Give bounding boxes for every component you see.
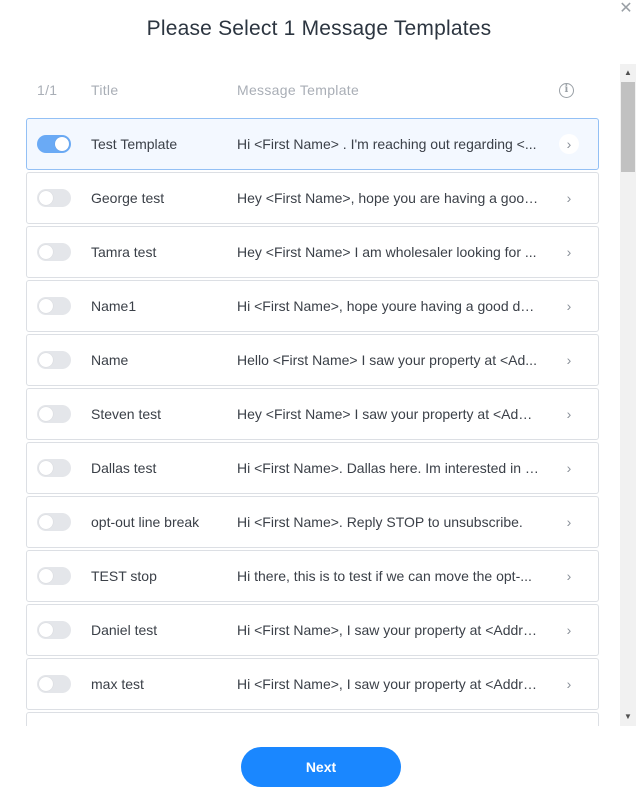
toggle-knob (39, 245, 53, 259)
chevron-right-icon[interactable]: › (559, 188, 579, 208)
chevron-right-icon[interactable]: › (559, 350, 579, 370)
row-message-template: Hi <First Name>, I saw your property at … (237, 676, 539, 692)
scroll-thumb[interactable] (621, 82, 635, 172)
chevron-right-icon[interactable]: › (559, 404, 579, 424)
table-row[interactable]: Dallas test Hi <First Name>. Dallas here.… (26, 442, 599, 494)
chevron-right-icon[interactable]: › (559, 674, 579, 694)
row-title: Tamra test (91, 244, 157, 260)
select-toggle[interactable] (37, 675, 71, 693)
toggle-knob (39, 407, 53, 421)
row-title: George test (91, 190, 165, 206)
scroll-up-icon[interactable]: ▲ (620, 66, 636, 80)
close-icon[interactable]: ✕ (618, 0, 634, 18)
row-title: Test Template (91, 136, 178, 152)
chevron-right-icon[interactable]: › (559, 296, 579, 316)
info-icon[interactable]: i (559, 83, 574, 98)
scroll-down-icon[interactable]: ▼ (620, 710, 636, 724)
row-message-template: Hello <First Name> I saw your property a… (237, 352, 537, 368)
select-toggle[interactable] (37, 135, 71, 153)
toggle-knob (39, 515, 53, 529)
row-message-template: Hey <First Name> I saw your property at … (237, 406, 539, 422)
row-title: Steven test (91, 406, 162, 422)
modal-title: Please Select 1 Message Templates (146, 17, 492, 40)
toggle-knob (39, 299, 53, 313)
toggle-knob (39, 569, 53, 583)
toggle-knob (39, 623, 53, 637)
row-message-template: Hi there, this is to test if we can move… (237, 568, 532, 584)
select-toggle[interactable] (37, 297, 71, 315)
select-toggle[interactable] (37, 459, 71, 477)
select-toggle[interactable] (37, 189, 71, 207)
chevron-right-icon[interactable]: › (559, 134, 579, 154)
chevron-right-icon[interactable]: › (559, 242, 579, 262)
toggle-knob (55, 137, 69, 151)
toggle-knob (39, 461, 53, 475)
select-toggle[interactable] (37, 621, 71, 639)
table-row[interactable]: Test Template Hi <First Name> . I'm reach… (26, 118, 599, 170)
row-message-template: Hi <First Name>. Reply STOP to unsubscri… (237, 514, 523, 530)
table-row[interactable]: Steven test Hey <First Name> I saw your p… (26, 388, 599, 440)
template-rows: Test Template Hi <First Name> . I'm reach… (26, 118, 599, 726)
toggle-knob (39, 191, 53, 205)
template-list[interactable]: 1/1 Title Message Template i Test Templa… (26, 64, 612, 726)
chevron-right-icon[interactable]: › (559, 458, 579, 478)
table-header: 1/1 Title Message Template i (26, 78, 612, 102)
selection-count: 1/1 (37, 82, 58, 98)
list-scrollbar[interactable]: ▲ ▼ (620, 64, 636, 726)
row-title: max test (91, 676, 144, 692)
column-header-title: Title (91, 82, 119, 98)
row-title: TEST stop (91, 568, 157, 584)
next-button[interactable]: Next (241, 747, 401, 787)
table-row[interactable]: George test Hey <First Name>, hope you ar… (26, 172, 599, 224)
select-toggle[interactable] (37, 567, 71, 585)
select-toggle[interactable] (37, 243, 71, 261)
row-title: Daniel test (91, 622, 158, 638)
row-message-template: Hi <First Name>, hope youre having a goo… (237, 298, 539, 314)
select-toggle[interactable] (37, 351, 71, 369)
table-row[interactable]: opt-out line break Hi <First Name>. Reply… (26, 496, 599, 548)
row-message-template: Hi <First Name>, I saw your property at … (237, 622, 539, 638)
chevron-right-icon[interactable]: › (559, 512, 579, 532)
row-title: Name (91, 352, 129, 368)
toggle-knob (39, 353, 53, 367)
column-header-message-template: Message Template (237, 82, 360, 98)
table-row[interactable]: TEST stop Hi there, this is to test if we… (26, 550, 599, 602)
select-toggle[interactable] (37, 513, 71, 531)
row-message-template: Hey <First Name> I am wholesaler looking… (237, 244, 537, 260)
row-message-template: Hi <First Name>. Dallas here. Im interes… (237, 460, 539, 476)
row-message-template: Hey <First Name>, hope you are having a … (237, 190, 539, 206)
table-row[interactable]: Daniel test Hi <First Name>, I saw your p… (26, 604, 599, 656)
chevron-right-icon[interactable]: › (559, 620, 579, 640)
row-title: Name1 (91, 298, 137, 314)
table-row[interactable]: Name1 Hi <First Name>, hope youre having … (26, 280, 599, 332)
table-row[interactable]: › (26, 712, 599, 726)
select-toggle[interactable] (37, 405, 71, 423)
table-row[interactable]: max test Hi <First Name>, I saw your prop… (26, 658, 599, 710)
row-title: Dallas test (91, 460, 157, 476)
table-row[interactable]: Name Hello <First Name> I saw your proper… (26, 334, 599, 386)
table-row[interactable]: Tamra test Hey <First Name> I am wholesal… (26, 226, 599, 278)
chevron-right-icon[interactable]: › (559, 566, 579, 586)
toggle-knob (39, 677, 53, 691)
row-message-template: Hi <First Name> . I'm reaching out regar… (237, 136, 537, 152)
row-title: opt-out line break (91, 514, 200, 530)
